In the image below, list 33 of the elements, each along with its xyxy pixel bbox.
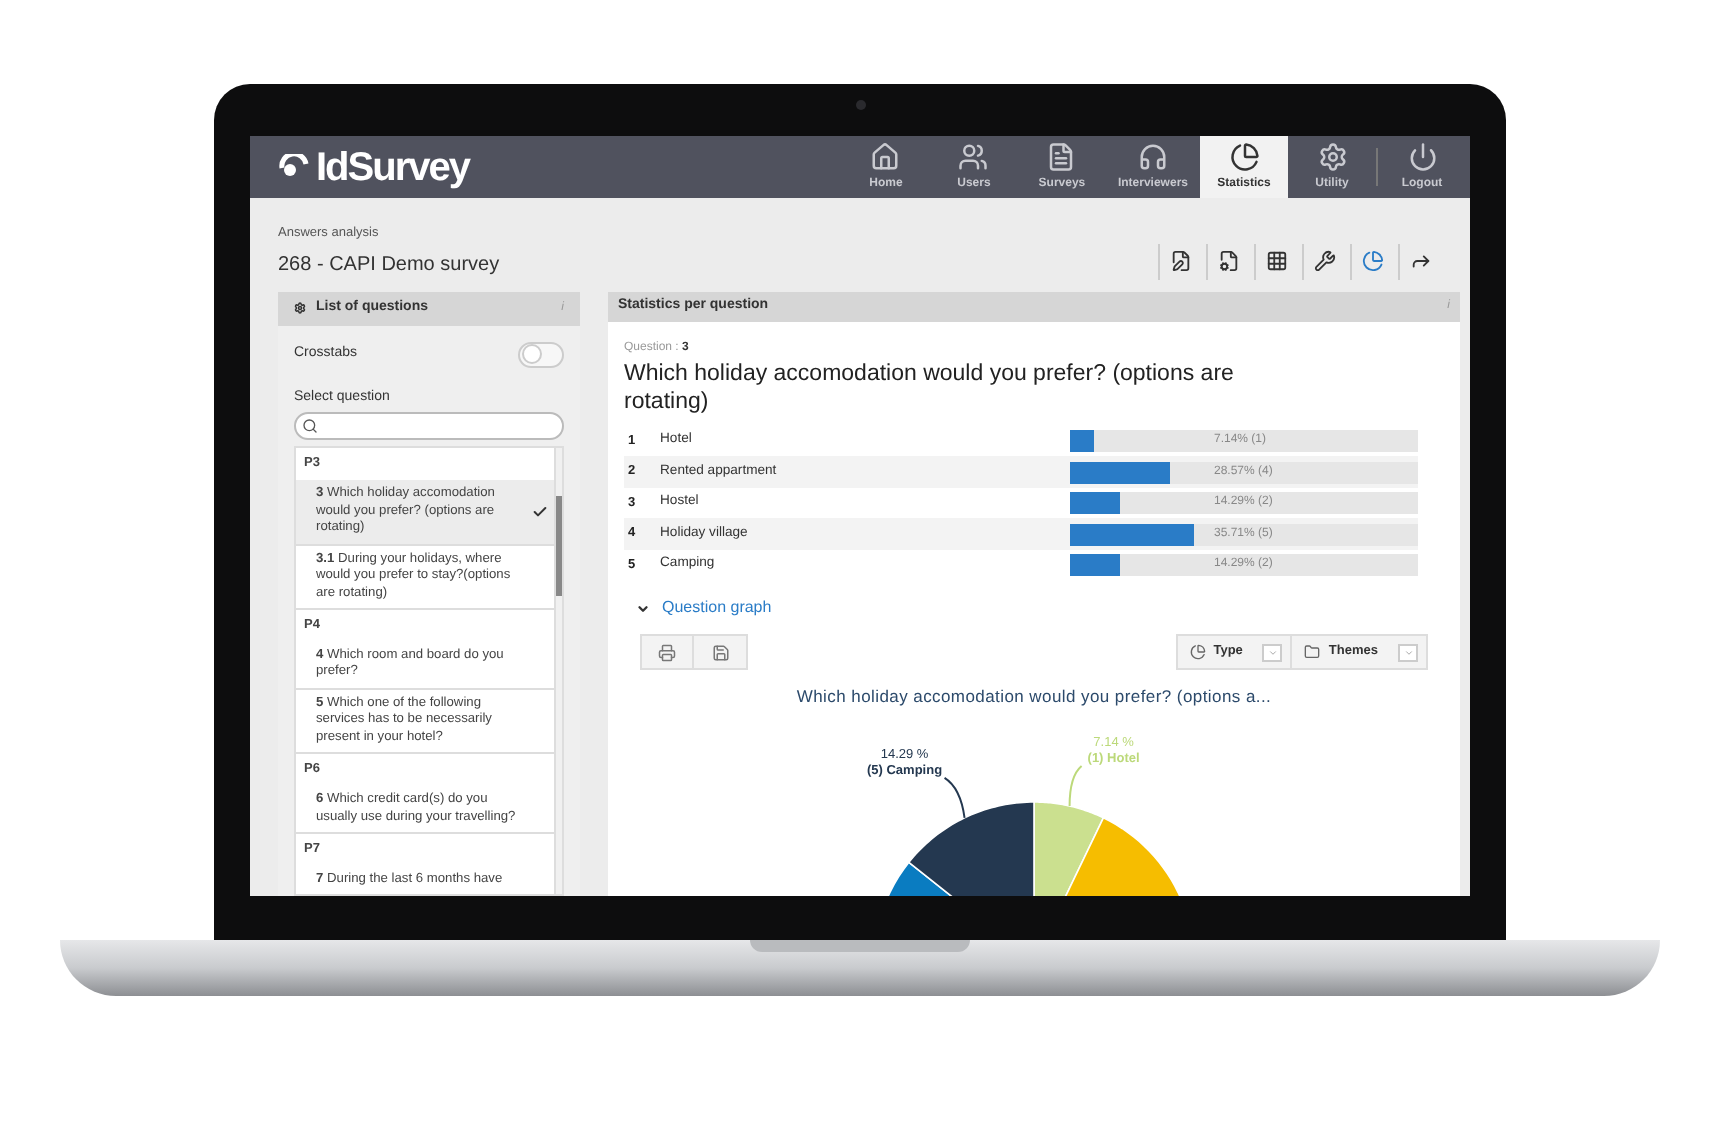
grid-icon <box>1266 250 1288 273</box>
house-icon <box>870 142 901 172</box>
search-icon <box>302 418 318 435</box>
question-text: Which holiday accomodation would you prefer? (options are rotating) <box>624 359 1236 416</box>
file-edit-icon <box>1170 250 1192 273</box>
headset-icon <box>1137 142 1168 172</box>
save-icon <box>711 643 729 662</box>
print-icon <box>658 643 676 662</box>
page-title: 268 - CAPI Demo survey <box>278 251 502 280</box>
gears-icon <box>1317 142 1347 172</box>
pie-chart-icon <box>1229 142 1259 172</box>
caret-icon <box>1403 647 1413 658</box>
pie-chart-icon <box>1189 644 1206 661</box>
caret-icon <box>1267 647 1278 658</box>
search-field[interactable] <box>294 412 564 441</box>
crosstabs-toggle[interactable] <box>518 341 564 368</box>
document-icon <box>1046 142 1077 172</box>
wrench-icon <box>1314 250 1336 273</box>
pie-chart-icon <box>1362 250 1384 273</box>
check-icon <box>532 503 548 520</box>
leader-line <box>1068 765 1083 807</box>
graph-toggle[interactable]: Question graph <box>636 596 1444 621</box>
user-icon <box>958 142 989 172</box>
chart-title: Which holiday accomodation would you prefer? (options a... <box>796 684 1272 710</box>
folder-icon <box>1304 644 1321 661</box>
power-icon <box>1407 142 1437 172</box>
leader-line <box>943 776 966 819</box>
gear-icon <box>294 302 306 315</box>
logo-icon <box>278 153 310 181</box>
logo-text: IdSurvey <box>316 147 469 187</box>
forward-arrow-icon <box>1410 250 1432 273</box>
file-settings-icon <box>1218 250 1240 273</box>
caret-icon <box>636 601 650 616</box>
